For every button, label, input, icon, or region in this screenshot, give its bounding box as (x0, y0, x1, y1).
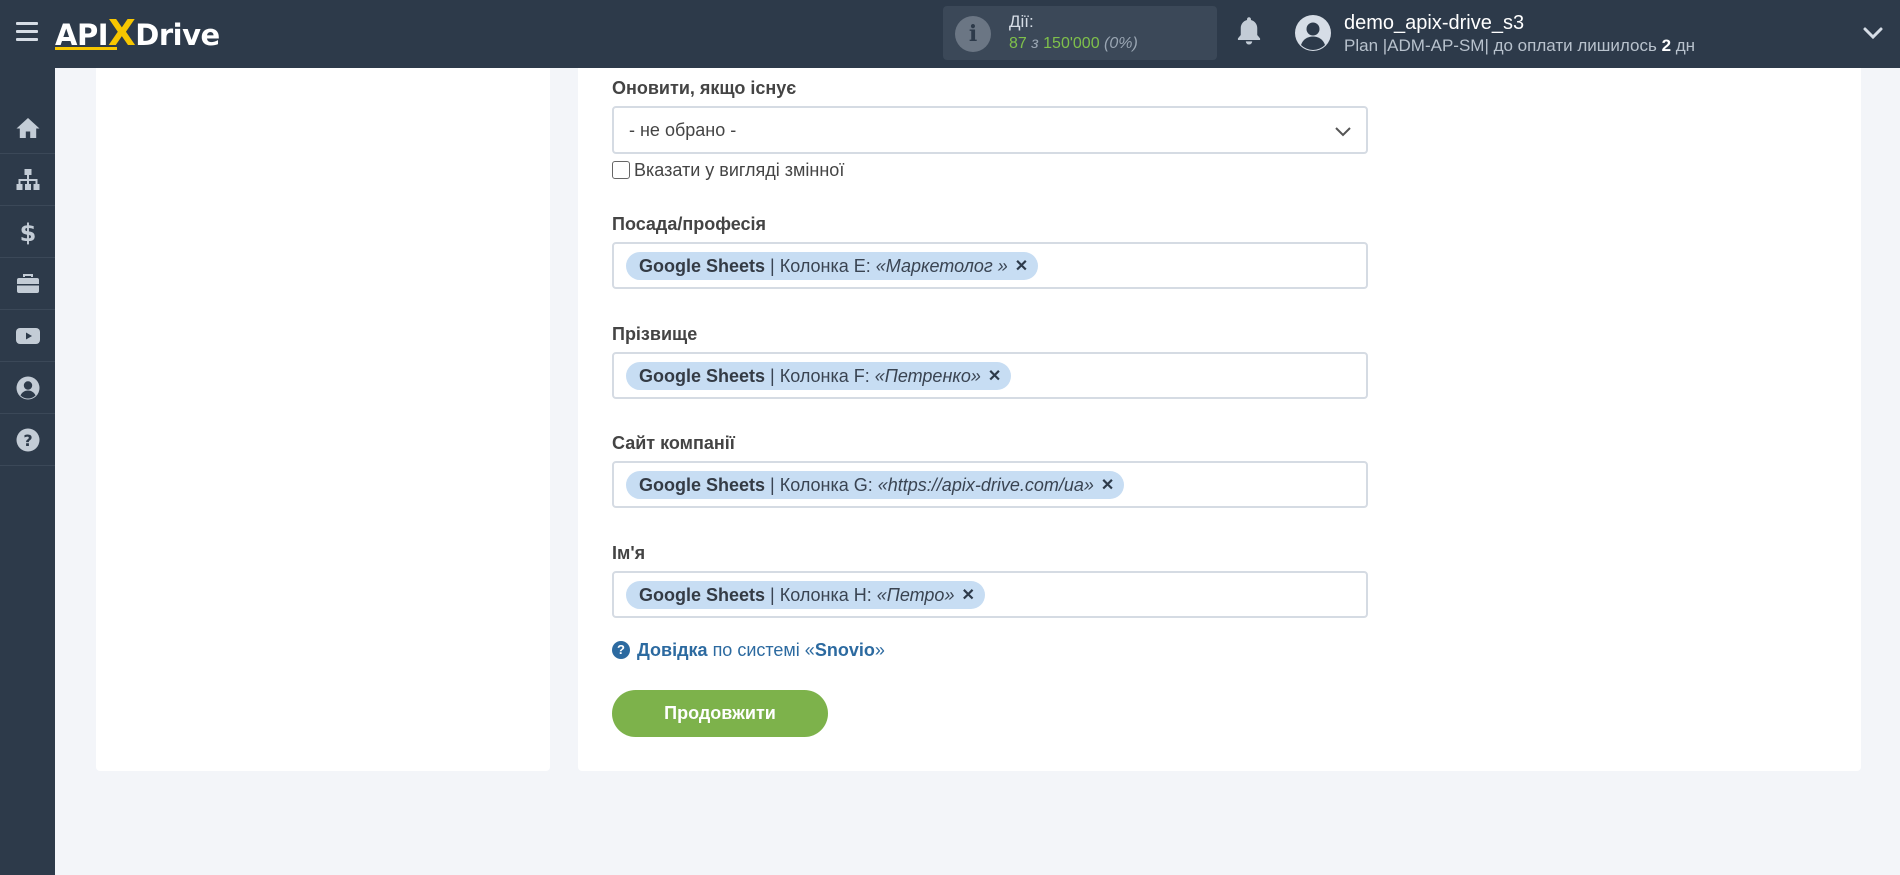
sidebar-item-services[interactable] (0, 258, 55, 310)
tag-source: Google Sheets (639, 365, 766, 386)
variable-checkbox-row: Вказати у вигляді змінної (612, 158, 844, 182)
chevron-down-icon[interactable] (1862, 24, 1884, 42)
tag-column: Колонка H: (779, 584, 872, 605)
sidebar-item-billing[interactable]: $ (0, 206, 55, 258)
tag-source: Google Sheets (639, 474, 766, 495)
tag-value: «https://apix-drive.com/ua» (877, 474, 1094, 495)
sitemap-icon (16, 168, 39, 190)
position-label: Посада/професія (612, 214, 767, 234)
avatar-icon[interactable] (1294, 14, 1332, 52)
help-text: по системі « (712, 639, 815, 660)
tag-value: «Петро» (876, 584, 955, 605)
last-name-field[interactable]: Google Sheets | Колонка F: «Петренко» ✕ (612, 352, 1368, 399)
chevron-down-icon (1335, 127, 1351, 137)
help-line: ? Довідка по системі «Snovio» (612, 638, 885, 662)
menu-icon[interactable] (16, 22, 38, 42)
dollar-icon: $ (19, 219, 36, 245)
sidebar: $ ? (0, 68, 55, 875)
first-name-label: Ім'я (612, 543, 646, 563)
sidebar-item-home[interactable] (0, 102, 55, 154)
logo-underline (55, 47, 117, 50)
tag-value: «Петренко» (874, 365, 981, 386)
help-link[interactable]: Довідка (637, 640, 708, 661)
company-site-field[interactable]: Google Sheets | Колонка G: «https://apix-dr… (612, 461, 1368, 508)
variable-checkbox-label: Вказати у вигляді змінної (634, 159, 845, 180)
tag-source: Google Sheets (639, 255, 766, 276)
mapping-tag: Google Sheets | Колонка G: «https://apix-dr… (626, 471, 1125, 499)
svg-text:$: $ (19, 219, 36, 245)
remove-tag-icon[interactable]: ✕ (1015, 256, 1028, 276)
svg-text:?: ? (23, 431, 32, 450)
help-circle-icon: ? (16, 428, 39, 451)
tag-source: Google Sheets (639, 584, 766, 605)
continue-button[interactable]: Продовжити (612, 690, 828, 737)
sidebar-item-connections[interactable] (0, 154, 55, 206)
update-if-exists-label: Оновити, якщо існує (612, 78, 797, 98)
help-system: Snovio (814, 639, 875, 660)
bell-icon[interactable] (1234, 16, 1264, 48)
variable-checkbox[interactable] (612, 161, 630, 179)
user-name[interactable]: demo_apix-drive_s3 (1344, 12, 1524, 35)
tag-column: Колонка G: (779, 474, 873, 495)
sidebar-item-video[interactable] (0, 310, 55, 362)
youtube-icon (15, 327, 40, 344)
remove-tag-icon[interactable]: ✕ (961, 585, 974, 605)
help-end: » (874, 639, 885, 660)
company-site-label: Сайт компанії (612, 433, 735, 453)
briefcase-icon (16, 273, 39, 293)
tag-column: Колонка F: (779, 365, 870, 386)
top-bar: APIXDrive i Дії: 87 з 150'000 (0%) demo_… (0, 0, 1900, 68)
home-icon (16, 117, 39, 138)
select-value: - не обрано - (629, 120, 737, 140)
last-name-label: Прізвище (612, 324, 698, 344)
question-icon: ? (612, 641, 630, 659)
remove-tag-icon[interactable]: ✕ (1101, 475, 1114, 495)
position-field[interactable]: Google Sheets | Колонка E: «Маркетолог » ✕ (612, 242, 1368, 289)
user-circle-icon (16, 376, 39, 399)
first-name-field[interactable]: Google Sheets | Колонка H: «Петро» ✕ (612, 571, 1368, 618)
actions-counter: i Дії: 87 з 150'000 (0%) (943, 6, 1217, 60)
actions-title: Дії: (1009, 12, 1034, 31)
sidebar-item-help[interactable]: ? (0, 414, 55, 466)
sidebar-item-account[interactable] (0, 362, 55, 414)
remove-tag-icon[interactable]: ✕ (988, 366, 1001, 386)
mapping-tag: Google Sheets | Колонка F: «Петренко» ✕ (626, 362, 1012, 390)
mapping-tag: Google Sheets | Колонка H: «Петро» ✕ (626, 581, 985, 609)
left-panel (96, 68, 550, 771)
user-plan: Plan |ADM-AP-SM| до оплати лишилось 2 дн (1344, 36, 1696, 55)
update-if-exists-select[interactable]: - не обрано - (612, 106, 1368, 154)
actions-count: 87 з 150'000 (0%) (1009, 35, 1138, 52)
mapping-tag: Google Sheets | Колонка E: «Маркетолог » ✕ (626, 252, 1039, 280)
tag-value: «Маркетолог » (875, 255, 1008, 276)
tag-column: Колонка E: (779, 255, 871, 276)
info-icon: i (955, 16, 991, 52)
